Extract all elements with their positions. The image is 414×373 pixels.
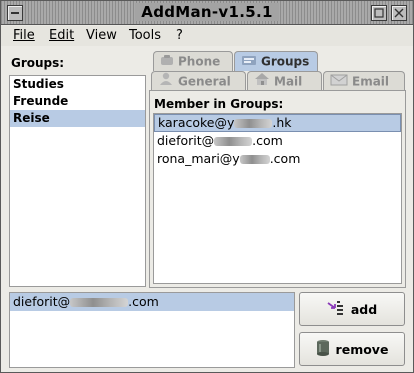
member-item[interactable]: rona_mari@y .com xyxy=(154,150,401,168)
member-list[interactable]: karacoke@y .hk dieforit@ .com rona_mari@y.… xyxy=(153,113,402,284)
close-button[interactable] xyxy=(391,5,407,21)
menu-help[interactable]: ? xyxy=(176,28,183,43)
remove-button[interactable]: remove xyxy=(299,332,405,366)
title-bar[interactable]: AddMan-v1.5.1 xyxy=(1,1,413,25)
group-item-studies[interactable]: Studies xyxy=(10,76,145,93)
window-title: AddMan-v1.5.1 xyxy=(135,3,279,21)
tab-mail[interactable]: Mail xyxy=(247,71,322,91)
tab-phone[interactable]: Phone xyxy=(153,51,233,71)
menu-edit[interactable]: Edit xyxy=(49,28,74,43)
tab-general[interactable]: General xyxy=(151,71,246,91)
phone-icon xyxy=(160,53,174,71)
redacted-text xyxy=(234,119,273,128)
selected-member-list[interactable]: dieforit@ .com xyxy=(9,292,295,368)
selected-member-item[interactable]: dieforit@ .com xyxy=(10,293,294,311)
house-icon xyxy=(254,72,270,91)
app-window: AddMan-v1.5.1 File Edit View Tools ? Gro… xyxy=(0,0,414,373)
maximize-icon xyxy=(374,8,384,18)
redacted-text xyxy=(239,155,270,164)
groups-icon xyxy=(241,53,257,71)
groups-list[interactable]: Studies Freunde Reise xyxy=(9,75,146,287)
redacted-text xyxy=(214,137,253,146)
member-item[interactable]: dieforit@ .com xyxy=(154,132,401,150)
member-in-groups-label: Member in Groups: xyxy=(154,97,284,111)
group-item-reise[interactable]: Reise xyxy=(10,110,145,127)
trash-can-icon xyxy=(316,339,330,360)
person-icon xyxy=(158,72,174,91)
envelope-icon xyxy=(330,73,348,91)
menu-tools[interactable]: Tools xyxy=(129,28,161,43)
menu-bar: File Edit View Tools ? xyxy=(1,26,413,46)
redacted-text xyxy=(70,298,129,307)
tab-email[interactable]: Email xyxy=(323,71,405,91)
menu-file[interactable]: File xyxy=(13,28,35,43)
add-button[interactable]: add xyxy=(299,292,405,326)
maximize-button[interactable] xyxy=(371,5,387,21)
add-to-list-icon xyxy=(327,300,345,319)
groups-label: Groups: xyxy=(11,56,65,70)
member-item[interactable]: karacoke@y .hk xyxy=(154,114,401,132)
close-icon xyxy=(394,8,404,18)
menu-view[interactable]: View xyxy=(86,28,117,43)
group-item-freunde[interactable]: Freunde xyxy=(10,93,145,110)
tab-groups[interactable]: Groups xyxy=(234,51,318,71)
groups-tab-panel: Member in Groups: karacoke@y .hk dieforit… xyxy=(149,90,406,288)
